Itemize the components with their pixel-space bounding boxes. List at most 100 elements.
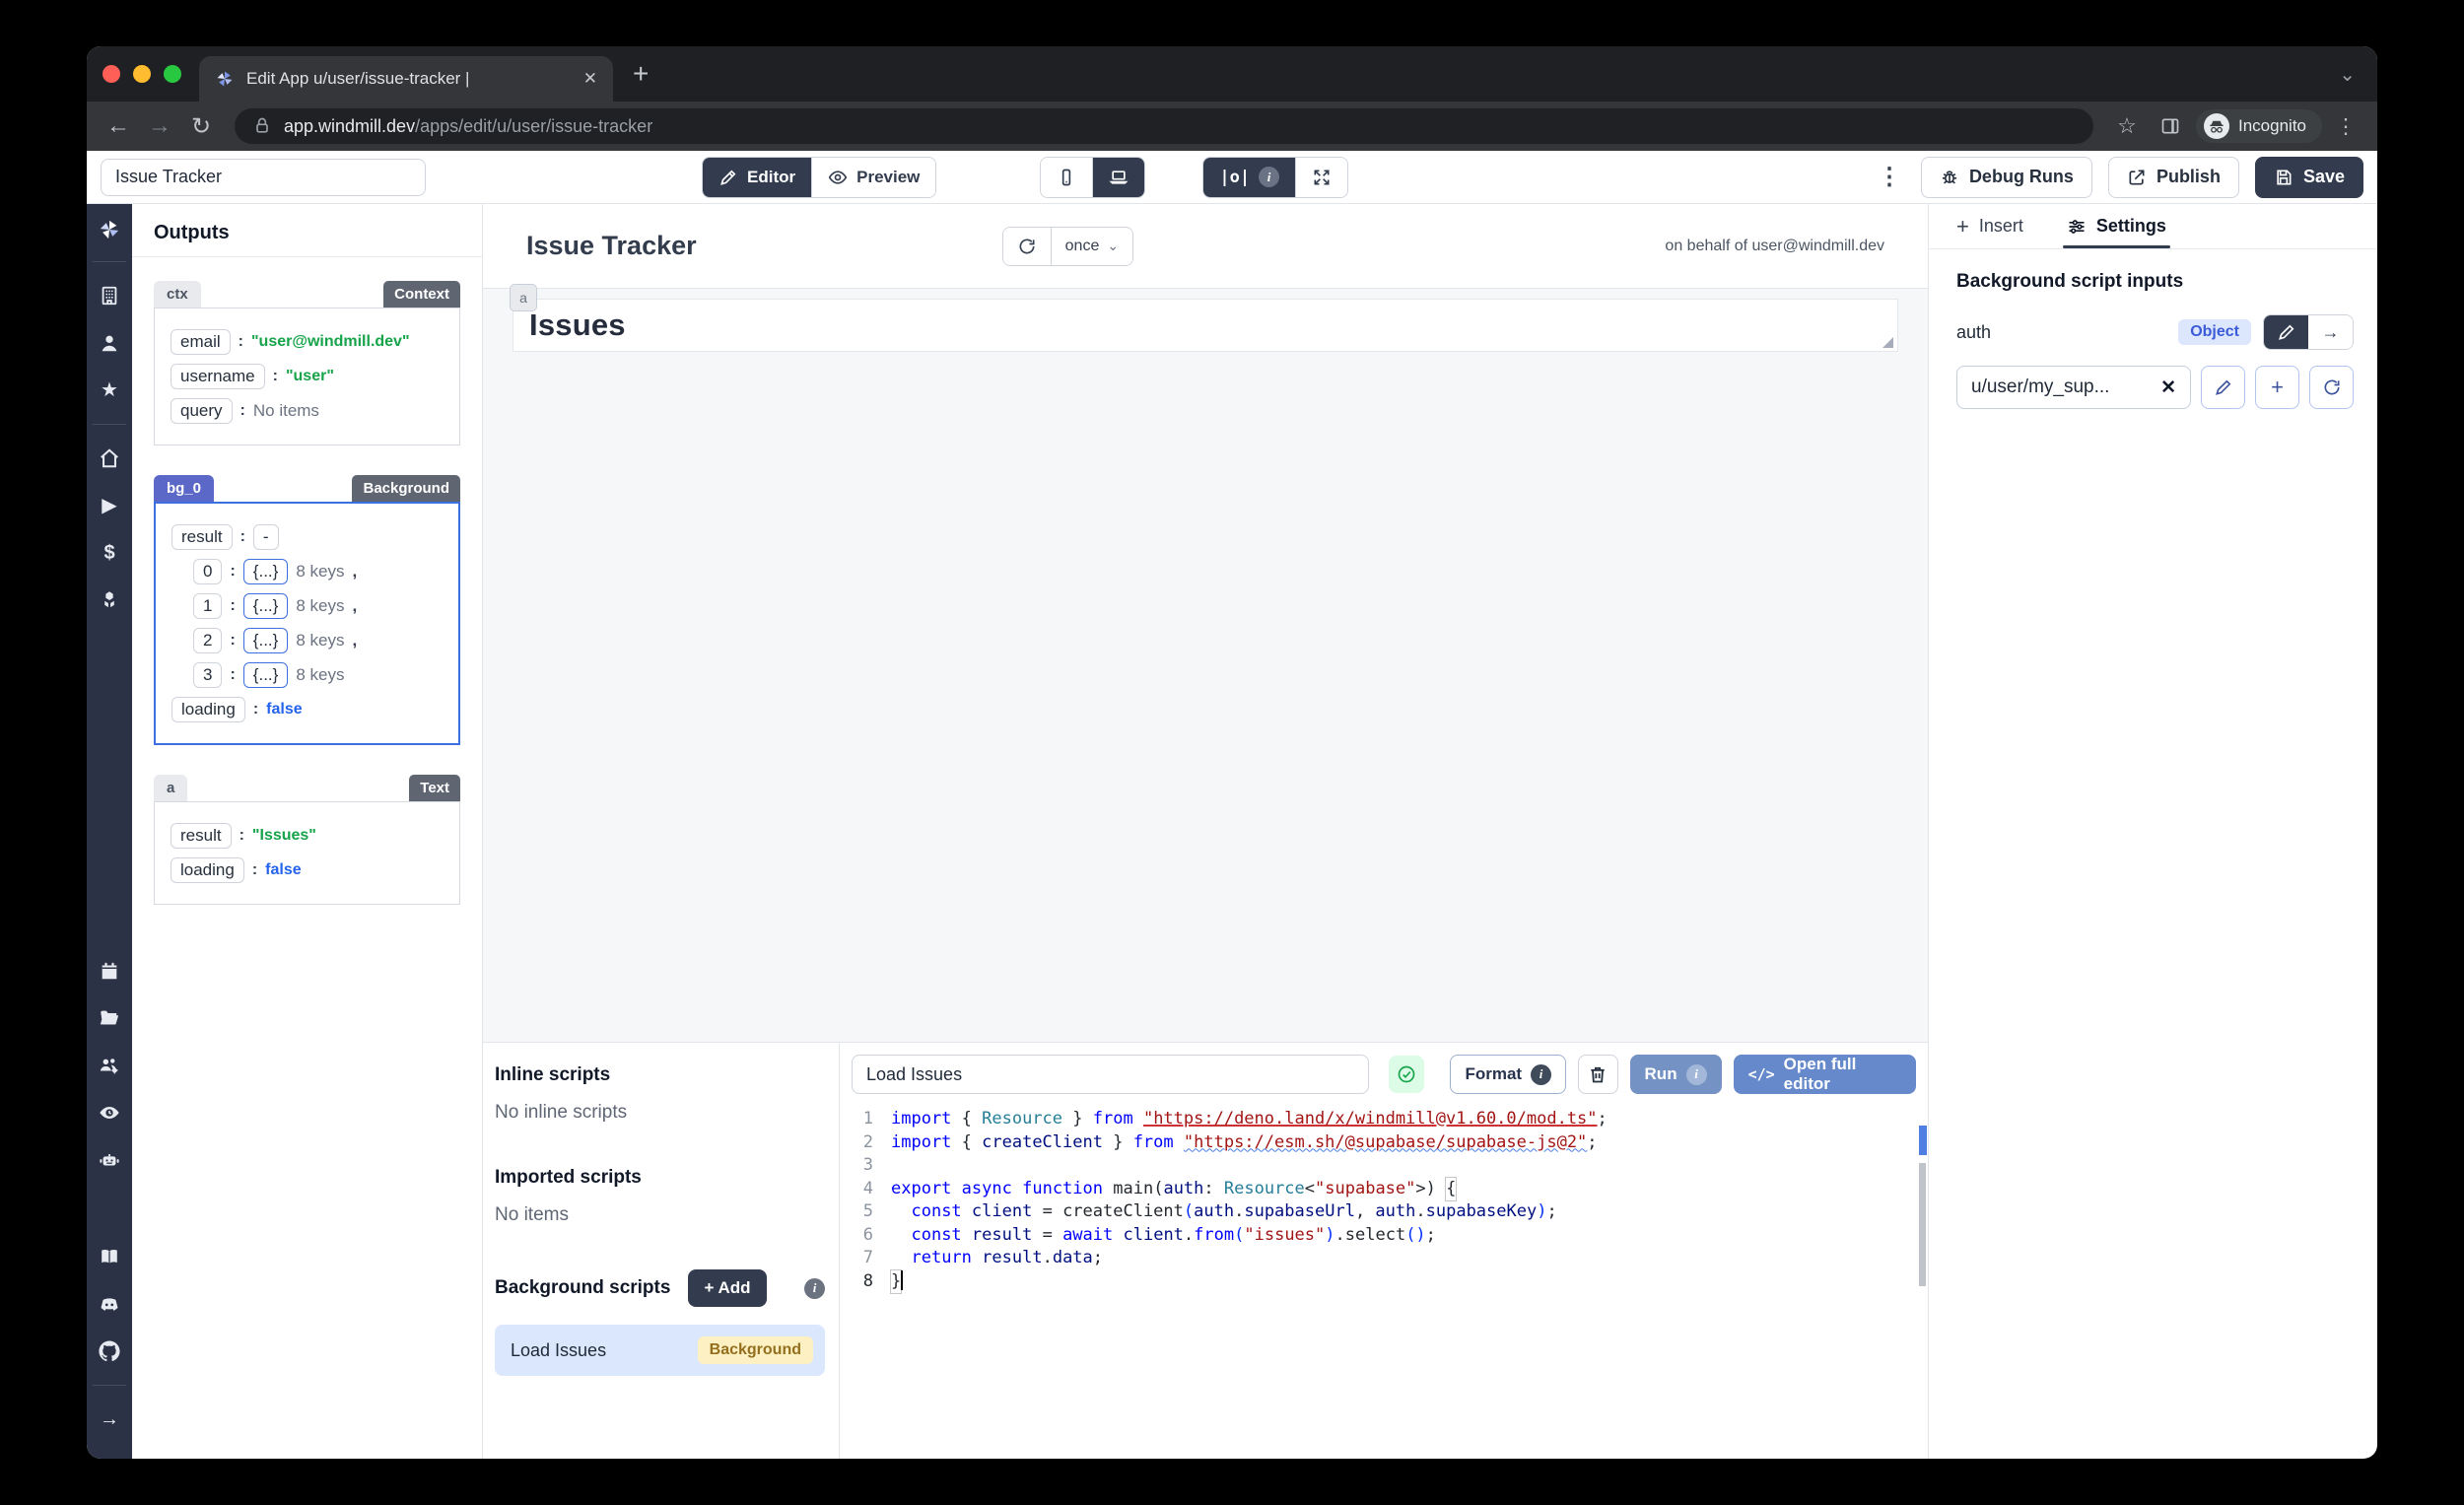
sidebar-item-ai[interactable] bbox=[87, 1140, 132, 1180]
output-key[interactable]: loading bbox=[171, 697, 245, 722]
refresh-resource-button[interactable] bbox=[2309, 366, 2354, 409]
output-key[interactable]: username bbox=[171, 364, 265, 389]
code-line[interactable]: 1import { Resource } from "https://deno.… bbox=[840, 1108, 1928, 1131]
edit-resource-button[interactable] bbox=[2201, 366, 2245, 409]
editor-mode-button[interactable]: Editor bbox=[703, 158, 811, 197]
output-key[interactable]: query bbox=[171, 398, 233, 424]
run-button[interactable]: Run i bbox=[1630, 1055, 1722, 1094]
zoom-window-button[interactable] bbox=[164, 65, 181, 83]
output-key[interactable]: result bbox=[171, 524, 233, 550]
sidebar-item-github[interactable] bbox=[87, 1332, 132, 1371]
back-button[interactable]: ← bbox=[101, 112, 136, 140]
output-key[interactable]: result bbox=[171, 823, 232, 849]
debug-fullscreen-switch: |o| i bbox=[1202, 157, 1348, 198]
close-window-button[interactable] bbox=[103, 65, 120, 83]
sidebar-item-user[interactable] bbox=[87, 323, 132, 363]
forward-button[interactable]: → bbox=[142, 112, 177, 140]
reload-button[interactable]: ↻ bbox=[183, 112, 219, 141]
address-field[interactable]: app.windmill.dev/apps/edit/u/user/issue-… bbox=[235, 108, 2093, 144]
code-line[interactable]: 2import { createClient } from "https://e… bbox=[840, 1131, 1928, 1155]
object-expander[interactable]: {...} bbox=[243, 628, 289, 653]
clear-icon[interactable]: ✕ bbox=[2160, 376, 2176, 399]
outputs-counter-button[interactable]: |o| i bbox=[1203, 158, 1295, 197]
a-output-box[interactable]: result:"Issues" loading:false bbox=[154, 801, 460, 905]
desktop-view-button[interactable] bbox=[1092, 158, 1144, 197]
sidebar-item-runs[interactable]: ▶ bbox=[87, 486, 132, 525]
connect-mode-button[interactable]: → bbox=[2308, 315, 2353, 349]
code-line[interactable]: 6 const result = await client.from("issu… bbox=[840, 1224, 1928, 1248]
save-button[interactable]: Save bbox=[2255, 157, 2363, 198]
output-key[interactable]: loading bbox=[171, 857, 244, 883]
ctx-output-box[interactable]: email:"user@windmill.dev" username:"user… bbox=[154, 308, 460, 445]
app-name-input[interactable] bbox=[101, 159, 426, 196]
bookmark-star-icon[interactable]: ☆ bbox=[2109, 113, 2145, 139]
minimize-window-button[interactable] bbox=[133, 65, 151, 83]
refresh-button[interactable] bbox=[1003, 228, 1051, 265]
array-index[interactable]: 0 bbox=[193, 559, 222, 584]
add-background-script-button[interactable]: + Add bbox=[688, 1269, 766, 1307]
tab-settings[interactable]: Settings bbox=[2067, 204, 2166, 248]
sidebar-item-folders[interactable] bbox=[87, 998, 132, 1038]
background-script-row[interactable]: Load Issues Background bbox=[495, 1325, 825, 1376]
object-expander[interactable]: {...} bbox=[243, 593, 289, 619]
refresh-schedule-dropdown[interactable]: once ⌄ bbox=[1051, 228, 1132, 265]
output-tab-bg0[interactable]: bg_0 bbox=[154, 475, 214, 502]
resize-handle[interactable] bbox=[1882, 337, 1893, 348]
sidebar-item-workspace[interactable] bbox=[87, 276, 132, 315]
code-editor[interactable]: 1import { Resource } from "https://deno.… bbox=[840, 1104, 1928, 1459]
output-key[interactable]: email bbox=[171, 329, 231, 355]
resource-picker-input[interactable]: u/user/my_sup... ✕ bbox=[1956, 366, 2191, 409]
static-mode-button[interactable] bbox=[2264, 315, 2308, 349]
object-expander[interactable]: {...} bbox=[243, 662, 289, 688]
sidebar-item-usage[interactable]: $ bbox=[87, 533, 132, 573]
code-line[interactable]: 4export async function main(auth: Resour… bbox=[840, 1178, 1928, 1201]
sidebar-item-docs[interactable] bbox=[87, 1237, 132, 1276]
array-index[interactable]: 3 bbox=[193, 662, 222, 688]
collapse-toggle[interactable]: - bbox=[253, 524, 279, 550]
sidebar-item-home[interactable] bbox=[87, 439, 132, 478]
code-line[interactable]: 7 return result.data; bbox=[840, 1247, 1928, 1270]
sidebar-expand-button[interactable]: → bbox=[87, 1400, 132, 1439]
text-component[interactable]: a Issues bbox=[513, 299, 1898, 352]
editor-scrollbar[interactable] bbox=[1919, 1163, 1926, 1286]
array-index[interactable]: 1 bbox=[193, 593, 222, 619]
array-index[interactable]: 2 bbox=[193, 628, 222, 653]
new-tab-button[interactable]: + bbox=[633, 58, 649, 90]
code-line[interactable]: 3 bbox=[840, 1154, 1928, 1178]
publish-button[interactable]: Publish bbox=[2108, 157, 2239, 198]
browser-tab[interactable]: Edit App u/user/issue-tracker | ✕ bbox=[199, 56, 613, 102]
open-full-editor-button[interactable]: </> Open full editor bbox=[1734, 1055, 1916, 1094]
bg0-output-box[interactable]: result:- 0:{...}8 keys, 1:{...}8 keys, 2… bbox=[154, 502, 460, 745]
sidebar-item-audit-logs[interactable] bbox=[87, 1093, 132, 1132]
fullscreen-button[interactable] bbox=[1295, 158, 1347, 197]
tab-search-chevron-icon[interactable]: ⌄ bbox=[2339, 62, 2356, 87]
preview-mode-button[interactable]: Preview bbox=[811, 158, 935, 197]
sidebar-item-resources[interactable] bbox=[87, 581, 132, 620]
side-panel-icon[interactable] bbox=[2160, 116, 2180, 136]
sidebar-item-schedules[interactable] bbox=[87, 951, 132, 991]
delete-script-button[interactable] bbox=[1578, 1055, 1617, 1094]
script-name-input[interactable] bbox=[852, 1055, 1369, 1094]
format-button[interactable]: Format i bbox=[1450, 1055, 1566, 1094]
app-canvas[interactable]: a Issues bbox=[483, 289, 1928, 1042]
more-options-icon[interactable]: ⋮ bbox=[1874, 163, 1905, 191]
object-expander[interactable]: {...} bbox=[243, 559, 289, 584]
tab-close-icon[interactable]: ✕ bbox=[583, 69, 597, 89]
window-controls[interactable] bbox=[87, 65, 199, 83]
sidebar-item-discord[interactable] bbox=[87, 1284, 132, 1324]
output-value: false bbox=[265, 861, 301, 879]
debug-runs-button[interactable]: Debug Runs bbox=[1921, 157, 2092, 198]
sidebar-item-groups[interactable] bbox=[87, 1046, 132, 1085]
sidebar-item-favorites[interactable]: ★ bbox=[87, 371, 132, 410]
add-resource-button[interactable]: + bbox=[2255, 366, 2299, 409]
output-tab-ctx[interactable]: ctx bbox=[154, 281, 201, 308]
browser-menu-icon[interactable]: ⋮ bbox=[2328, 114, 2363, 139]
windmill-logo[interactable] bbox=[87, 204, 132, 255]
code-line[interactable]: 8} bbox=[840, 1270, 1928, 1294]
output-tab-a[interactable]: a bbox=[154, 775, 187, 801]
tab-insert[interactable]: + Insert bbox=[1956, 204, 2023, 248]
mobile-view-button[interactable] bbox=[1041, 158, 1092, 197]
info-icon[interactable]: i bbox=[804, 1278, 825, 1299]
component-id-chip[interactable]: a bbox=[510, 284, 537, 311]
code-line[interactable]: 5 const client = createClient(auth.supab… bbox=[840, 1200, 1928, 1224]
